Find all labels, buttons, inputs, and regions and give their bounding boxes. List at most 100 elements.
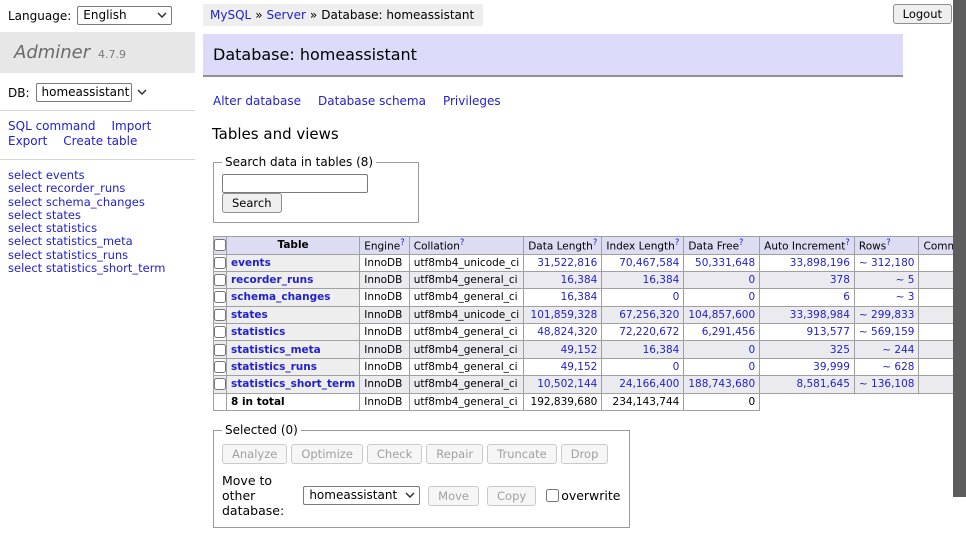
chevron-down-icon [157, 12, 167, 18]
breadcrumb-mysql-link[interactable]: MySQL [210, 8, 251, 22]
logout-button[interactable]: Logout [893, 4, 952, 24]
select-all-checkbox[interactable] [214, 239, 226, 251]
collation-cell: utf8mb4_general_ci [409, 358, 523, 375]
sidebar-table-links: select eventsselect recorder_runsselect … [0, 160, 195, 284]
sidebar-select-link[interactable]: select events [8, 168, 85, 182]
column-header-label: Data Length [528, 241, 593, 253]
data-length-cell: 101,859,328 [524, 306, 602, 323]
search-button[interactable]: Search [222, 193, 282, 213]
index-length-cell: 72,220,672 [602, 324, 684, 341]
row-checkbox[interactable] [214, 326, 226, 338]
export-link[interactable]: Export [8, 134, 47, 148]
collation-cell: utf8mb4_unicode_ci [409, 306, 523, 323]
row-checkbox[interactable] [214, 274, 226, 286]
column-help-link[interactable]: ? [460, 238, 465, 248]
auto-increment-cell: 33,898,196 [760, 254, 855, 271]
column-help-link[interactable]: ? [845, 238, 850, 248]
data-free-cell: 0 [684, 289, 760, 306]
data-free-cell: 0 [684, 358, 760, 375]
table-name-cell: statistics_meta [227, 341, 360, 358]
import-link[interactable]: Import [111, 119, 151, 133]
column-help-link[interactable]: ? [886, 238, 891, 248]
table-row: recorder_runsInnoDButf8mb4_general_ci16,… [214, 271, 966, 288]
create-table-link[interactable]: Create table [63, 134, 137, 148]
copy-button[interactable]: Copy [487, 486, 536, 506]
total-data-free-cell: 0 [684, 393, 760, 410]
engine-cell: InnoDB [360, 254, 410, 271]
column-header-rows: Rows? [854, 237, 919, 255]
search-input[interactable] [222, 174, 368, 193]
row-checkbox[interactable] [214, 291, 226, 303]
row-checkbox[interactable] [214, 257, 226, 269]
index-length-cell: 0 [602, 289, 684, 306]
column-help-link[interactable]: ? [675, 238, 680, 248]
table-name-link[interactable]: events [231, 257, 271, 269]
data-length-cell: 31,522,816 [524, 254, 602, 271]
sql-command-link[interactable]: SQL command [8, 119, 95, 133]
sidebar-select-link[interactable]: select schema_changes [8, 195, 145, 209]
collation-cell: utf8mb4_general_ci [409, 341, 523, 358]
table-name-cell: events [227, 254, 360, 271]
row-checkbox[interactable] [214, 309, 226, 321]
vertical-scrollbar-thumb[interactable] [953, 0, 966, 497]
privileges-link[interactable]: Privileges [443, 94, 501, 108]
sidebar-list-item: select statistics [8, 222, 187, 235]
page-title: Database: homeassistant [203, 34, 903, 77]
analyze-button[interactable]: Analyze [222, 444, 287, 464]
data-free-cell: 104,857,600 [684, 306, 760, 323]
auto-increment-cell: 325 [760, 341, 855, 358]
table-name-link[interactable]: statistics_meta [231, 344, 321, 356]
data-length-cell: 10,502,144 [524, 376, 602, 393]
sidebar-select-link[interactable]: select states [8, 208, 81, 222]
column-header-label: Data Free [688, 241, 739, 253]
total-collation-cell: utf8mb4_general_ci [409, 393, 523, 410]
data-length-cell: 16,384 [524, 289, 602, 306]
breadcrumb-server-link[interactable]: Server [267, 8, 306, 22]
alter-database-link[interactable]: Alter database [213, 94, 301, 108]
language-label: Language: [8, 9, 71, 23]
repair-button[interactable]: Repair [426, 444, 483, 464]
move-button[interactable]: Move [428, 486, 479, 506]
optimize-button[interactable]: Optimize [291, 444, 363, 464]
drop-button[interactable]: Drop [561, 444, 609, 464]
check-button[interactable]: Check [367, 444, 422, 464]
language-select[interactable]: English [77, 6, 172, 25]
column-header-index-length: Index Length? [602, 237, 684, 255]
table-name-cell: states [227, 306, 360, 323]
db-label: DB: [8, 86, 30, 100]
data-free-cell: 50,331,648 [684, 254, 760, 271]
move-database-select[interactable]: homeassistant [303, 486, 420, 505]
select-all-cell [214, 237, 227, 255]
row-checkbox[interactable] [214, 378, 226, 390]
table-name-link[interactable]: statistics_runs [231, 361, 317, 373]
move-database-select-value: homeassistant [309, 488, 397, 502]
column-help-link[interactable]: ? [593, 238, 598, 248]
truncate-button[interactable]: Truncate [487, 444, 557, 464]
table-name-link[interactable]: states [231, 309, 268, 321]
database-schema-link[interactable]: Database schema [318, 94, 426, 108]
column-help-link[interactable]: ? [400, 238, 405, 248]
tables-list: TableEngine?Collation?Data Length?Index … [213, 236, 966, 411]
index-length-cell: 70,467,584 [602, 254, 684, 271]
table-name-link[interactable]: statistics_short_term [231, 378, 355, 390]
overwrite-label: overwrite [561, 488, 620, 503]
column-help-link[interactable]: ? [739, 238, 744, 248]
sidebar-select-link[interactable]: select statistics_runs [8, 248, 128, 262]
row-checkbox[interactable] [214, 361, 226, 373]
data-free-cell: 188,743,680 [684, 376, 760, 393]
collation-cell: utf8mb4_general_ci [409, 289, 523, 306]
sidebar-select-link[interactable]: select statistics [8, 221, 97, 235]
engine-cell: InnoDB [360, 324, 410, 341]
row-checkbox-cell [214, 306, 227, 323]
app-version[interactable]: 4.7.9 [98, 48, 126, 61]
table-name-link[interactable]: schema_changes [231, 291, 331, 303]
sidebar-select-link[interactable]: select statistics_short_term [8, 261, 165, 275]
sidebar: Language: English Adminer 4.7.9 DB: home… [0, 0, 195, 284]
sidebar-select-link[interactable]: select recorder_runs [8, 181, 125, 195]
overwrite-checkbox[interactable] [546, 489, 559, 502]
table-name-link[interactable]: recorder_runs [231, 274, 313, 286]
row-checkbox[interactable] [214, 344, 226, 356]
table-name-link[interactable]: statistics [231, 326, 285, 338]
sidebar-select-link[interactable]: select statistics_meta [8, 234, 133, 248]
db-select[interactable]: homeassistant [36, 83, 132, 102]
